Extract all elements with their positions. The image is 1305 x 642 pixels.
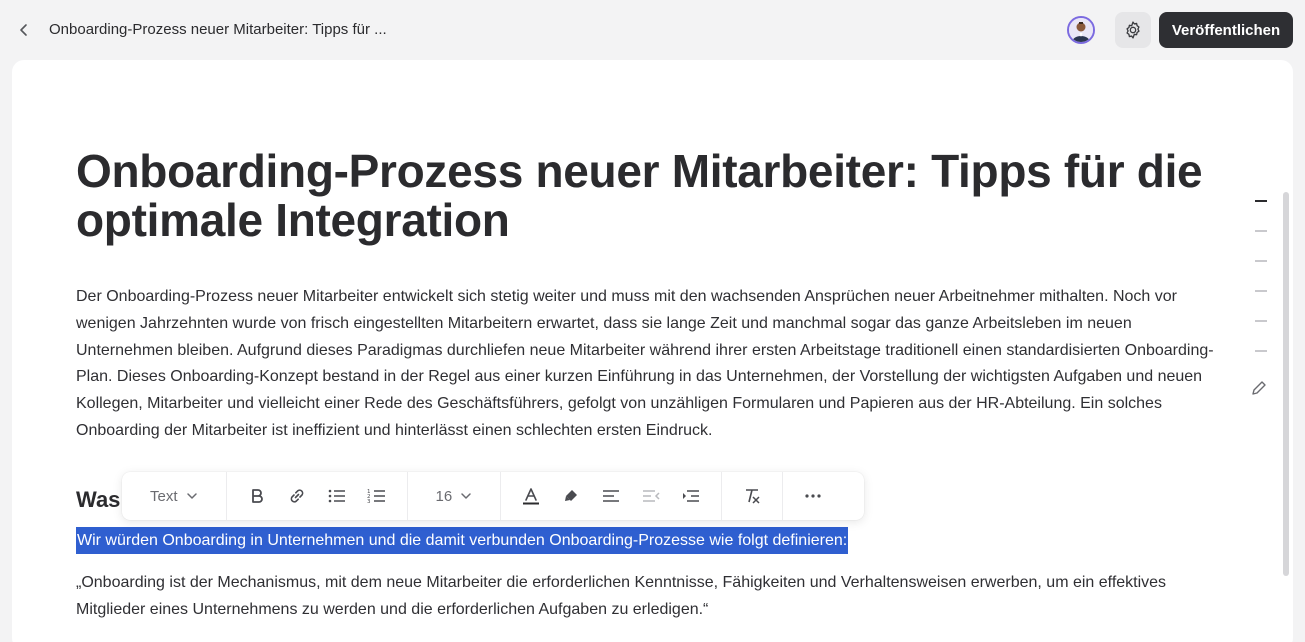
document-title: Onboarding-Prozess neuer Mitarbeiter: Ti… (49, 21, 387, 38)
more-options-button[interactable] (798, 481, 828, 511)
user-avatar-icon (1069, 18, 1093, 42)
article-title[interactable]: Onboarding-Prozess neuer Mitarbeiter: Ti… (76, 147, 1226, 245)
indent-icon (683, 490, 700, 502)
chevron-left-icon (20, 24, 27, 36)
section-heading[interactable]: Was (76, 487, 120, 513)
bullet-list-button[interactable] (322, 481, 352, 511)
outline-marker[interactable] (1255, 260, 1267, 262)
align-left-icon (603, 490, 620, 502)
align-left-button[interactable] (596, 481, 626, 511)
outline-marker[interactable] (1255, 290, 1267, 292)
clear-format-button[interactable] (737, 481, 767, 511)
publish-button[interactable]: Veröffentlichen (1159, 12, 1293, 48)
highlight-button[interactable] (556, 481, 586, 511)
bold-icon (251, 489, 263, 503)
link-button[interactable] (282, 481, 312, 511)
formatting-toolbar: Text 1 2 3 16 (122, 472, 864, 520)
back-button[interactable] (14, 20, 34, 40)
quote-paragraph[interactable]: „Onboarding ist der Mechanismus, mit dem… (76, 569, 1226, 623)
outline-marker[interactable] (1255, 320, 1267, 322)
outline-marker[interactable] (1255, 350, 1267, 352)
link-icon (290, 489, 303, 503)
numbered-list-button[interactable]: 1 2 3 (362, 481, 392, 511)
outline-marker-active[interactable] (1255, 200, 1267, 202)
chevron-down-icon (186, 493, 197, 499)
editor-canvas[interactable]: Onboarding-Prozess neuer Mitarbeiter: Ti… (12, 60, 1293, 642)
intro-paragraph[interactable]: Der Onboarding-Prozess neuer Mitarbeiter… (76, 284, 1226, 445)
bold-button[interactable] (242, 481, 272, 511)
edit-outline-button[interactable] (1250, 379, 1268, 397)
outdent-icon (643, 490, 660, 502)
font-size-value: 16 (435, 487, 453, 505)
text-color-button[interactable] (516, 481, 546, 511)
highlighter-icon (565, 490, 578, 501)
block-type-dropdown[interactable]: Text (122, 488, 226, 505)
font-size-dropdown[interactable]: 16 (408, 488, 501, 505)
svg-text:3: 3 (367, 499, 371, 505)
indent-button[interactable] (676, 481, 706, 511)
pencil-icon (1252, 381, 1266, 395)
selected-text[interactable]: Wir würden Onboarding in Unternehmen und… (76, 527, 849, 554)
scrollbar[interactable] (1283, 192, 1289, 576)
outdent-button[interactable] (636, 481, 666, 511)
numbered-list-icon: 1 2 3 (367, 489, 385, 505)
outline-marker[interactable] (1255, 230, 1267, 232)
top-bar: Onboarding-Prozess neuer Mitarbeiter: Ti… (0, 0, 1305, 60)
block-type-label: Text (150, 487, 178, 505)
chevron-down-icon (461, 493, 471, 499)
clear-format-icon (746, 489, 760, 504)
more-icon (805, 494, 821, 498)
settings-button[interactable] (1115, 12, 1151, 48)
bullet-list-icon (328, 489, 345, 503)
gear-icon (1126, 21, 1140, 39)
text-color-icon (523, 488, 540, 505)
avatar[interactable] (1067, 16, 1095, 44)
